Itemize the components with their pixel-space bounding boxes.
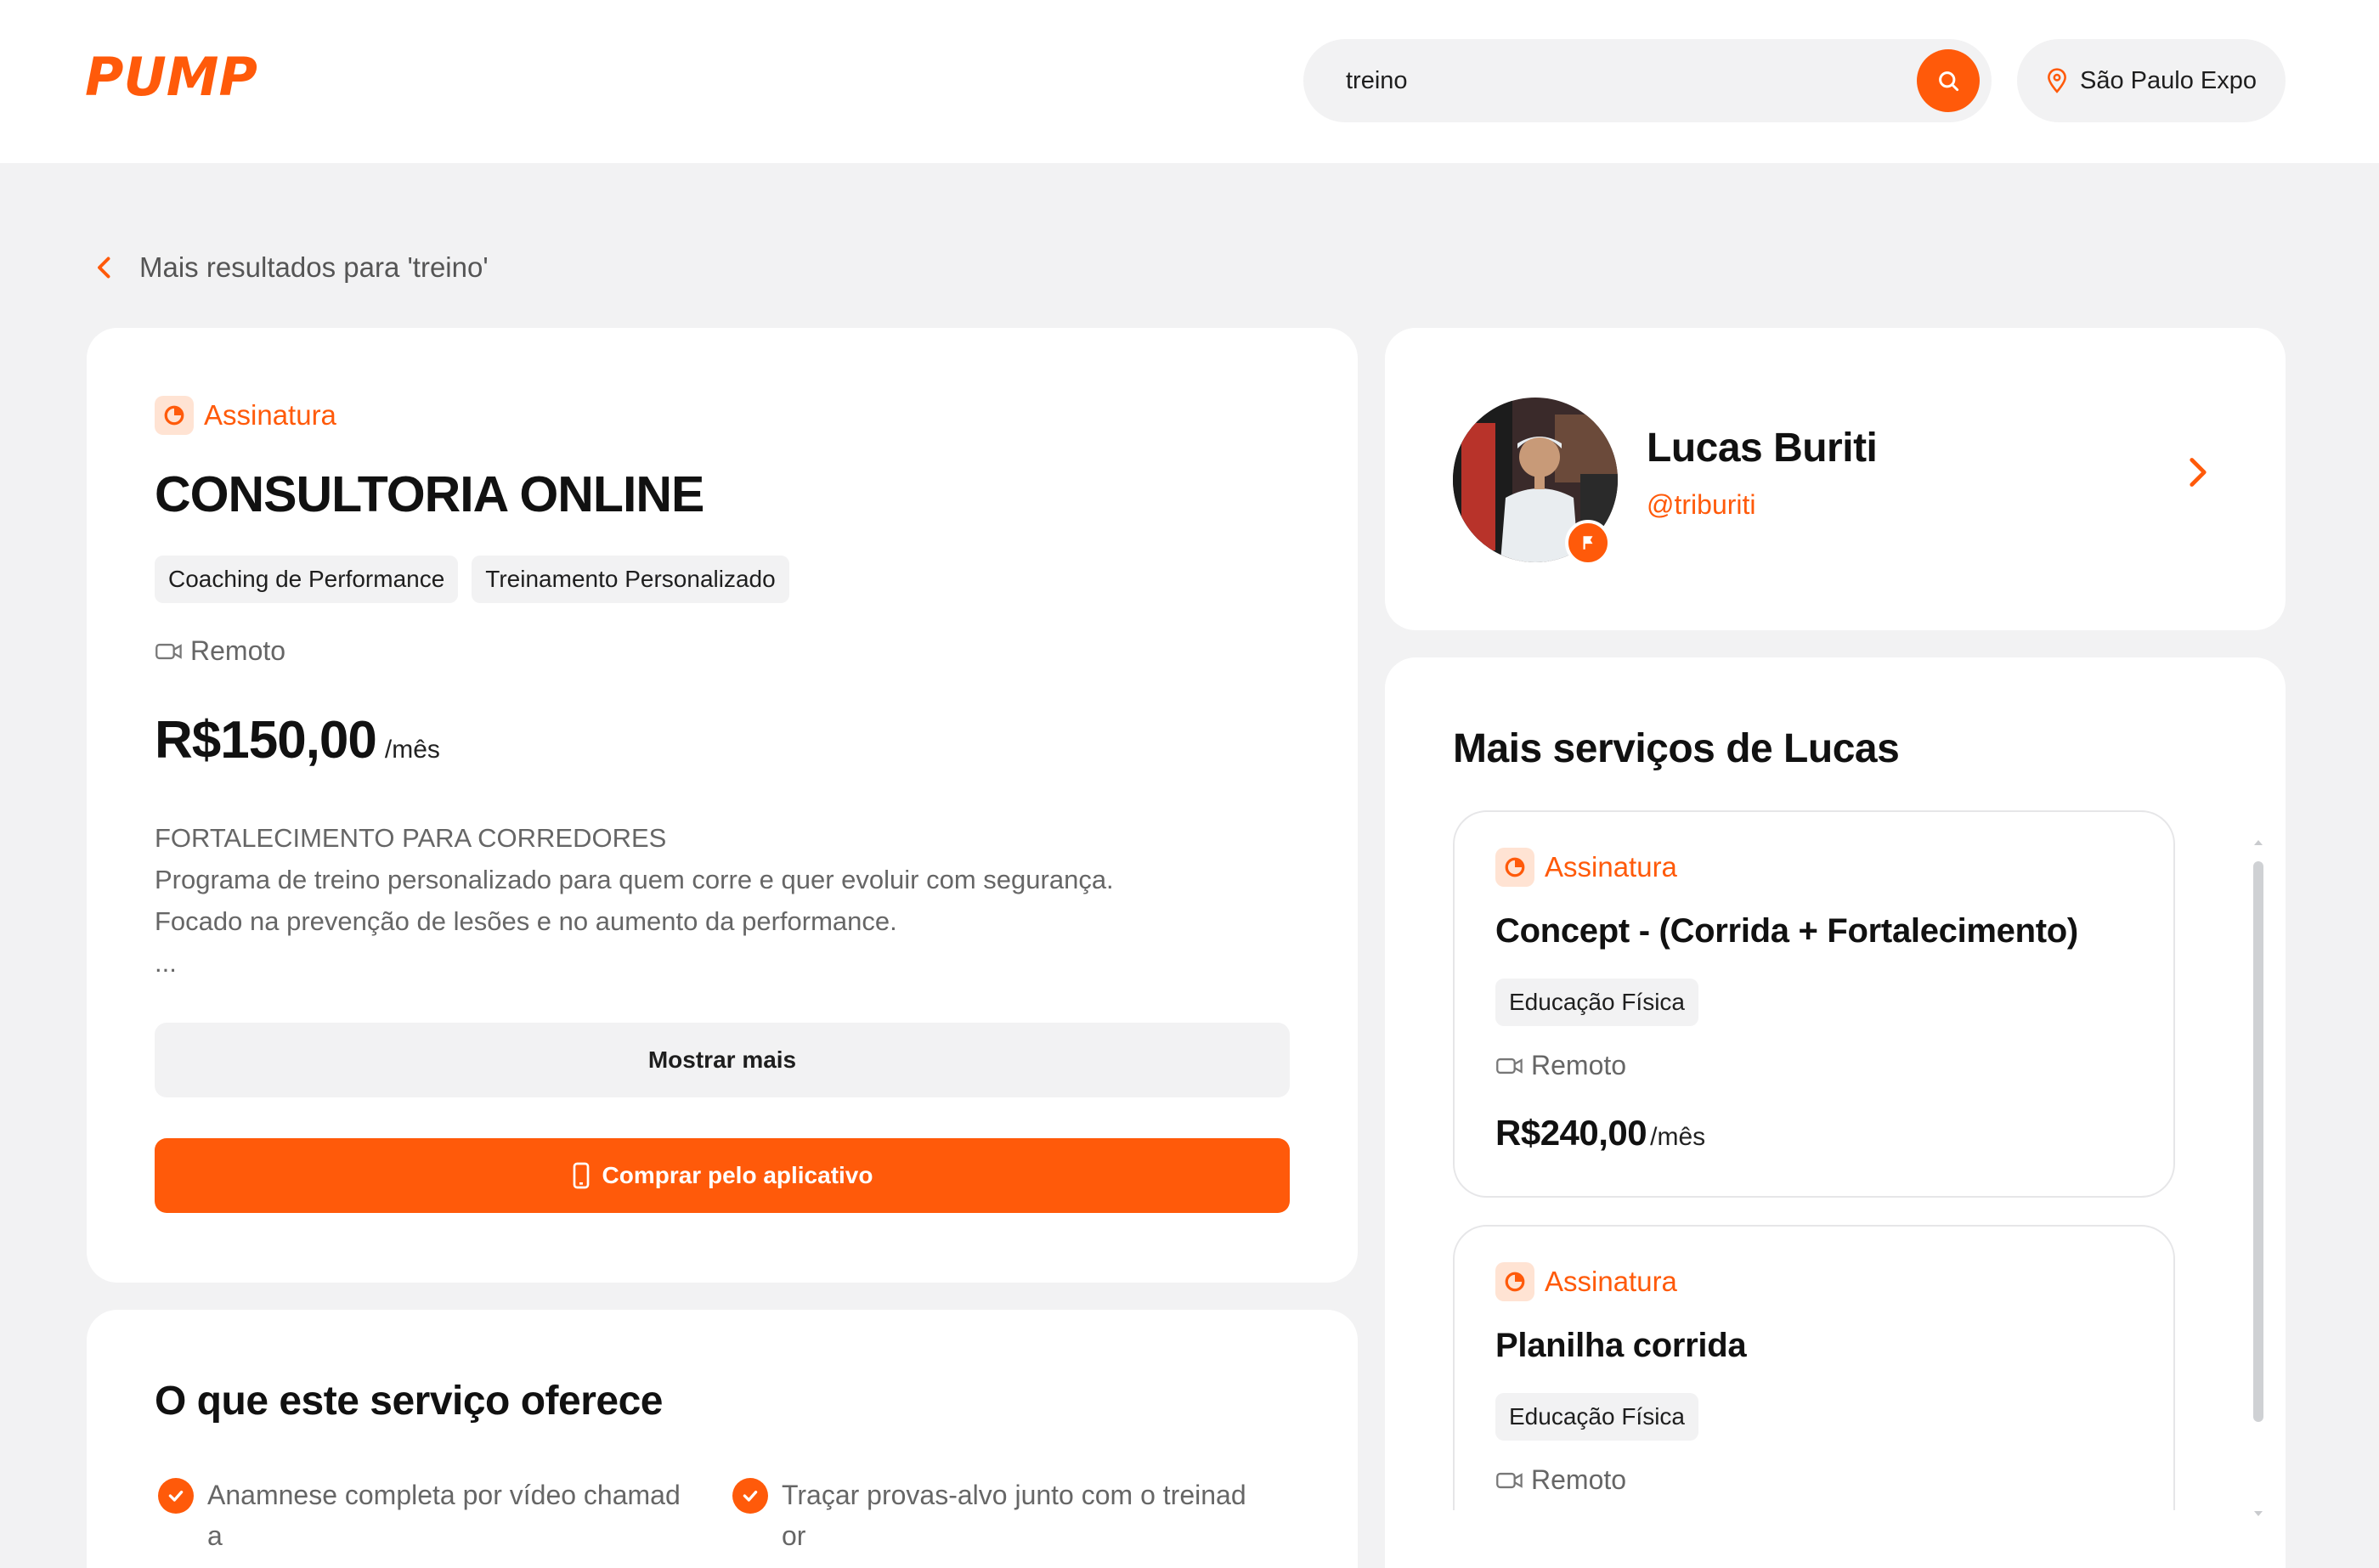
description-line: Programa de treino personalizado para qu…	[155, 865, 1114, 894]
scrollbar[interactable]	[2252, 836, 2265, 1566]
flag-badge-icon	[1565, 520, 1611, 566]
professional-card[interactable]: Lucas Buriti @triburiti	[1385, 328, 2286, 630]
video-camera-icon	[155, 643, 182, 659]
offer-text: Traçar provas-alvo junto com o treinad	[782, 1480, 1246, 1510]
video-camera-icon	[1496, 1058, 1523, 1074]
service-type-label: Assinatura	[1545, 851, 1677, 883]
professional-name: Lucas Buriti	[1647, 426, 1878, 471]
price-value: R$240,00	[1495, 1113, 1647, 1153]
more-services-title: Mais serviços de Lucas	[1453, 726, 1900, 771]
location-pin-icon	[2048, 68, 2066, 93]
subscription-icon	[1495, 1262, 1534, 1301]
price-unit: /mês	[1650, 1123, 1706, 1151]
checkmark-icon	[732, 1478, 768, 1514]
offer-text: a	[207, 1520, 223, 1551]
pump-logo[interactable]: PUMP	[85, 46, 306, 116]
subscription-icon	[155, 396, 194, 435]
search-icon	[1939, 71, 1959, 92]
service-tags: Coaching de Performance Treinamento Pers…	[155, 556, 789, 603]
offers-title: O que este serviço oferece	[155, 1379, 663, 1424]
offer-item: Anamnese completa por vídeo chamad a	[158, 1475, 710, 1556]
logo-text: PUMP	[85, 48, 257, 108]
top-header: PUMP treino São Paulo Expo	[0, 0, 2379, 163]
service-type-badge: Assinatura	[155, 396, 336, 435]
subscription-icon	[1495, 848, 1534, 887]
mode-label: Remoto	[1531, 1050, 1627, 1080]
chevron-right-icon[interactable]	[2187, 455, 2209, 494]
video-camera-icon	[1496, 1472, 1523, 1488]
offer-item: Traçar provas-alvo junto com o treinad o…	[732, 1475, 1327, 1556]
search-bar[interactable]: treino	[1303, 39, 1992, 122]
service-description: FORTALECIMENTO PARA CORREDORES Programa …	[155, 817, 1293, 984]
checkmark-icon	[158, 1478, 194, 1514]
tag-chip: Educação Física	[1495, 979, 1698, 1026]
location-label: São Paulo Expo	[2080, 66, 2257, 94]
breadcrumb-label: Mais resultados para 'treino'	[139, 251, 489, 283]
description-line: ...	[155, 948, 177, 978]
offer-text: Anamnese completa por vídeo chamad	[207, 1480, 681, 1510]
service-mode: Remoto	[1495, 1464, 1626, 1496]
buy-button-label: Comprar pelo aplicativo	[602, 1162, 873, 1188]
service-offers-card: O que este serviço oferece Anamnese comp…	[87, 1310, 1358, 1568]
service-mode: Remoto	[1495, 1050, 1626, 1081]
service-item-price: R$240,00 /mês	[1495, 1113, 1705, 1153]
scrollbar-thumb[interactable]	[2253, 861, 2263, 1422]
smartphone-icon	[573, 1162, 589, 1189]
breadcrumb[interactable]: Mais resultados para 'treino'	[95, 246, 489, 289]
price-value: R$150,00	[155, 711, 377, 770]
service-type-badge: Assinatura	[1495, 1262, 1677, 1301]
price-unit: /mês	[384, 736, 440, 764]
service-type-badge: Assinatura	[1495, 848, 1677, 887]
tag-chip: Educação Física	[1495, 1393, 1698, 1441]
service-item-title: Planilha corrida	[1495, 1327, 1747, 1364]
service-type-label: Assinatura	[1545, 1266, 1677, 1297]
service-mode: Remoto	[155, 635, 285, 667]
service-price: R$150,00 /mês	[155, 710, 440, 770]
location-selector[interactable]: São Paulo Expo	[2017, 39, 2286, 122]
professional-handle: @triburiti	[1647, 489, 1756, 520]
service-title: CONSULTORIA ONLINE	[155, 466, 704, 522]
mode-label: Remoto	[1531, 1464, 1627, 1495]
more-services-card: Mais serviços de Lucas Assinatura Concep…	[1385, 657, 2286, 1568]
service-item-title: Concept - (Corrida + Fortalecimento)	[1495, 912, 2078, 950]
service-detail-card: Assinatura CONSULTORIA ONLINE Coaching d…	[87, 328, 1358, 1283]
description-line: FORTALECIMENTO PARA CORREDORES	[155, 823, 667, 853]
list-clip-mask	[1385, 1510, 2286, 1568]
description-line: Focado na prevenção de lesões e no aumen…	[155, 906, 897, 936]
service-list-item[interactable]: Assinatura Concept - (Corrida + Fortalec…	[1453, 810, 2175, 1198]
buy-in-app-button[interactable]: Comprar pelo aplicativo	[155, 1138, 1290, 1213]
offer-text: or	[782, 1520, 806, 1551]
service-type-label: Assinatura	[204, 399, 336, 431]
show-more-button[interactable]: Mostrar mais	[155, 1023, 1290, 1097]
mode-label: Remoto	[190, 635, 286, 666]
search-input[interactable]: treino	[1346, 39, 1408, 122]
tag-chip: Coaching de Performance	[155, 556, 459, 603]
chevron-left-icon	[98, 257, 110, 279]
scroll-up-icon[interactable]	[2252, 836, 2265, 849]
search-button[interactable]	[1917, 49, 1980, 112]
tag-chip: Treinamento Personalizado	[472, 556, 789, 603]
scroll-down-icon[interactable]	[2252, 1507, 2265, 1520]
